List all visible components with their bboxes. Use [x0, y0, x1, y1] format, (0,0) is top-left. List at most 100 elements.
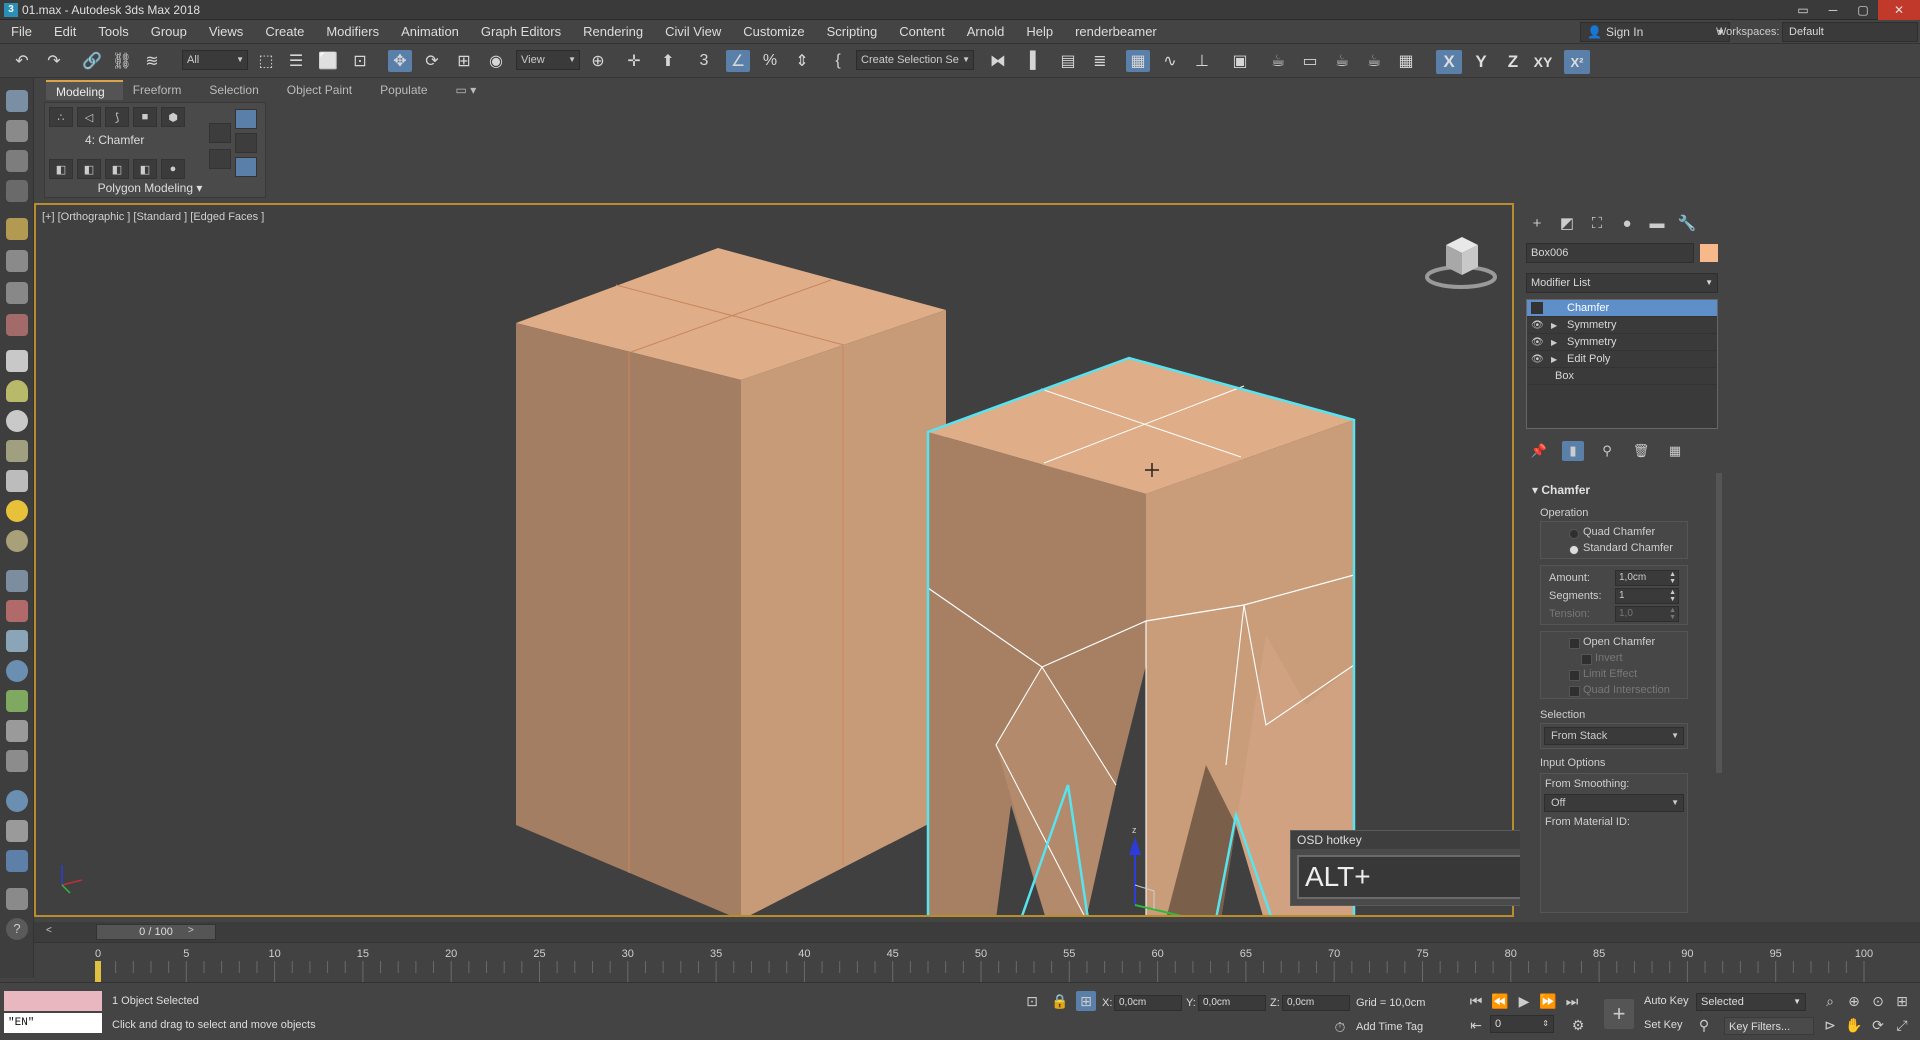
hedra-icon[interactable]: [6, 440, 28, 462]
dome-icon[interactable]: [6, 380, 28, 402]
snaps-toggle-icon[interactable]: 3: [692, 50, 716, 72]
script-icon[interactable]: [6, 888, 28, 910]
curve-editor-icon[interactable]: ∿: [1158, 50, 1182, 72]
stack-item[interactable]: 👁 ▶ Symmetry: [1527, 334, 1717, 351]
menu-modifiers[interactable]: Modifiers: [315, 20, 390, 44]
edge-icon[interactable]: ◁: [77, 107, 101, 127]
object-name-field[interactable]: Box006: [1526, 243, 1694, 263]
make-unique-icon[interactable]: ⚲: [1596, 441, 1618, 461]
mirror-icon[interactable]: ⧓: [986, 50, 1010, 72]
open-chamfer-checkbox[interactable]: Open Chamfer: [1569, 636, 1655, 649]
layer-explorer-icon[interactable]: ≣: [1088, 50, 1112, 72]
axis-x-button[interactable]: X: [1436, 50, 1462, 74]
place-icon[interactable]: ◉: [484, 50, 508, 72]
unlink-icon[interactable]: ⛓: [110, 50, 134, 72]
plant-icon[interactable]: [6, 690, 28, 712]
axis-xy-button[interactable]: XY: [1530, 50, 1556, 74]
render-icon[interactable]: [6, 820, 28, 842]
go-to-start-icon[interactable]: ⏮: [1466, 991, 1486, 1011]
next-key-icon[interactable]: ⏩: [1538, 991, 1558, 1011]
menu-create[interactable]: Create: [254, 20, 315, 44]
menu-arnold[interactable]: Arnold: [956, 20, 1016, 44]
delete-modifier-icon[interactable]: 🗑: [1630, 441, 1652, 461]
helix-icon[interactable]: [6, 282, 28, 304]
isolate-selection-icon[interactable]: ⊡: [1022, 991, 1042, 1011]
particle-icon[interactable]: [6, 600, 28, 622]
rollout-title[interactable]: ▾ Chamfer: [1532, 483, 1590, 497]
eye-icon[interactable]: 👁: [1531, 351, 1544, 368]
menu-rendering[interactable]: Rendering: [572, 20, 654, 44]
menu-renderbeamer[interactable]: renderbeamer: [1064, 20, 1168, 44]
toggle-command-panel-icon[interactable]: [235, 109, 257, 129]
plane-icon[interactable]: [6, 350, 28, 372]
display-tab-icon[interactable]: ▬: [1646, 213, 1668, 233]
cone-icon[interactable]: [6, 470, 28, 492]
time-configuration-icon[interactable]: ⚙: [1568, 1015, 1588, 1035]
tab-freeform[interactable]: Freeform: [123, 80, 200, 100]
tab-object-paint[interactable]: Object Paint: [277, 80, 370, 100]
stack-item[interactable]: Chamfer: [1527, 300, 1717, 317]
undo-icon[interactable]: ↶: [10, 50, 34, 72]
eye-icon[interactable]: 👁: [1531, 334, 1544, 351]
viewport-label[interactable]: [+] [Orthographic ] [Standard ] [Edged F…: [42, 211, 264, 223]
grid-icon[interactable]: [6, 180, 28, 202]
stack-item[interactable]: 👁 ▶ Symmetry: [1527, 317, 1717, 334]
material-editor-icon[interactable]: ▣: [1228, 50, 1252, 72]
percent-snap-icon[interactable]: %: [758, 50, 782, 72]
time-tag-icon[interactable]: ⏱: [1330, 1017, 1350, 1037]
edit-named-selection-icon[interactable]: {: [826, 50, 850, 72]
help-icon[interactable]: ?: [6, 918, 28, 940]
layers-icon[interactable]: [6, 150, 28, 172]
link-icon[interactable]: 🔗: [80, 50, 104, 72]
from-smoothing-dropdown[interactable]: Off ▼: [1544, 794, 1684, 812]
keyboard-shortcut-override-icon[interactable]: ⬆: [656, 50, 680, 72]
modifier-list-dropdown[interactable]: Modifier List ▼: [1526, 273, 1718, 293]
scene-explorer-icon[interactable]: [6, 90, 28, 112]
quad-intersection-checkbox[interactable]: Quad Intersection: [1569, 684, 1670, 697]
environment-icon[interactable]: [6, 790, 28, 812]
object-color-swatch[interactable]: [1700, 244, 1718, 262]
x-coord-field[interactable]: 0,0cm: [1114, 995, 1182, 1011]
create-tab-icon[interactable]: +: [1526, 213, 1548, 233]
zoom-extents-icon[interactable]: ⊙: [1868, 991, 1888, 1011]
menu-content[interactable]: Content: [888, 20, 956, 44]
menu-views[interactable]: Views: [198, 20, 254, 44]
spinner-arrows-icon[interactable]: ▲ ▼: [1669, 589, 1676, 603]
eye-icon[interactable]: 👁: [1531, 317, 1544, 334]
polygon-modeling-label[interactable]: Polygon Modeling ▾: [45, 181, 255, 195]
menu-edit[interactable]: Edit: [43, 20, 87, 44]
current-frame-marker[interactable]: [95, 961, 101, 983]
move-icon[interactable]: ✥: [388, 50, 412, 72]
bone-icon[interactable]: [6, 750, 28, 772]
polygon-icon[interactable]: ■: [133, 107, 157, 127]
sun-icon[interactable]: [6, 500, 28, 522]
segments-spinner[interactable]: 1 ▲ ▼: [1615, 588, 1679, 604]
quad-chamfer-radio[interactable]: Quad Chamfer: [1569, 526, 1655, 539]
zoom-extents-all-icon[interactable]: ⊞: [1892, 991, 1912, 1011]
command-panel-scrollbar[interactable]: [1716, 473, 1722, 773]
select-object-icon[interactable]: ⬚: [254, 50, 278, 72]
globe-icon[interactable]: [6, 660, 28, 682]
sign-in-dropdown[interactable]: 👤 Sign In ▼: [1580, 22, 1730, 42]
menu-scripting[interactable]: Scripting: [816, 20, 889, 44]
prev-key-icon[interactable]: ⏪: [1490, 991, 1510, 1011]
track-bar[interactable]: 0 5 10 15 20 25 30 35 40 45 50 55 60 65 70 75 80 85 90 95 10…: [34, 942, 1920, 983]
stack-item[interactable]: Box: [1527, 368, 1717, 385]
maxscript-listener-field[interactable]: [4, 991, 102, 1011]
key-mode-dropdown[interactable]: Selected ▼: [1696, 993, 1806, 1011]
tab-populate[interactable]: Populate: [370, 80, 445, 100]
axis-z-button[interactable]: Z: [1500, 50, 1526, 74]
go-to-end-icon[interactable]: ⏭: [1562, 991, 1582, 1011]
sky-icon[interactable]: [6, 530, 28, 552]
tab-modeling[interactable]: Modeling: [46, 80, 123, 100]
maxscript-mini-listener[interactable]: "EN": [4, 1013, 102, 1033]
bind-spacewarp-icon[interactable]: ≋: [140, 50, 164, 72]
add-time-tag[interactable]: Add Time Tag: [1356, 1021, 1423, 1033]
next-frame-icon[interactable]: >: [188, 925, 194, 936]
amount-spinner[interactable]: 1,0cm ▲ ▼: [1615, 570, 1679, 586]
hierarchy-tab-icon[interactable]: ⛶: [1586, 213, 1608, 233]
expand-icon[interactable]: ▶: [1551, 317, 1557, 334]
schematic-view-icon[interactable]: ⊥: [1190, 50, 1214, 72]
workspaces-select[interactable]: Default: [1782, 22, 1918, 42]
rotate-icon[interactable]: ⟳: [420, 50, 444, 72]
